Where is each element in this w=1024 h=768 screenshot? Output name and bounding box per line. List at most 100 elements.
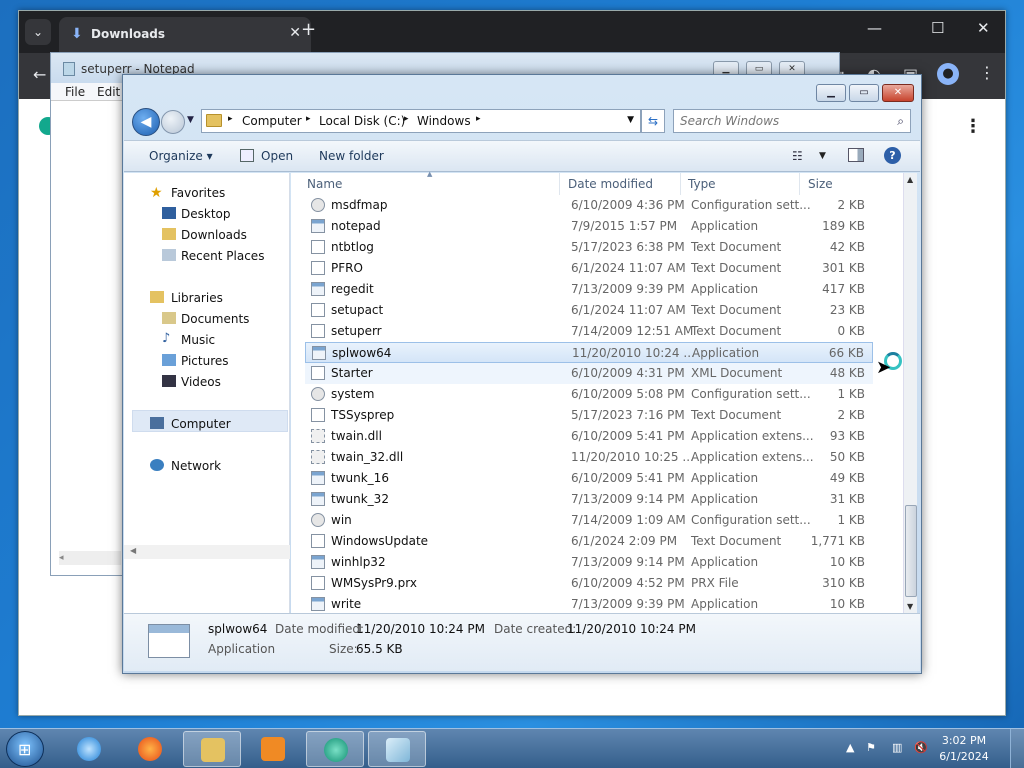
- action-center-flag-icon[interactable]: ⚑: [866, 741, 876, 754]
- file-row[interactable]: regedit 7/13/2009 9:39 PM Application 417 K…: [291, 279, 873, 300]
- chrome-maximize-button[interactable]: ☐: [931, 19, 944, 37]
- taskbar-media-player[interactable]: [244, 731, 302, 767]
- column-divider[interactable]: [559, 173, 560, 195]
- view-options-icon[interactable]: ☷: [792, 149, 803, 163]
- new-folder-button[interactable]: New folder: [319, 149, 384, 163]
- nav-downloads[interactable]: Downloads: [181, 228, 247, 242]
- file-row[interactable]: setuperr 7/14/2009 12:51 AM Text Document 0…: [291, 321, 873, 342]
- file-row[interactable]: notepad 7/9/2015 1:57 PM Application 189 KB: [291, 216, 873, 237]
- breadcrumb-arrow-icon[interactable]: ▸: [228, 114, 233, 124]
- taskbar-chrome-app[interactable]: [306, 731, 364, 767]
- file-row[interactable]: system 6/10/2009 5:08 PM Configuration set…: [291, 384, 873, 405]
- taskbar-notepad[interactable]: [368, 731, 426, 767]
- file-row[interactable]: WMSysPr9.prx 6/10/2009 4:52 PM PRX File 310…: [291, 573, 873, 594]
- chrome-minimize-button[interactable]: —: [867, 19, 882, 37]
- organize-button[interactable]: Organize ▾: [149, 149, 213, 163]
- breadcrumb-arrow-icon[interactable]: ▸: [306, 114, 311, 124]
- search-input[interactable]: [680, 111, 880, 131]
- preview-pane-icon[interactable]: [848, 148, 864, 162]
- explorer-maximize-button[interactable]: ▭: [849, 84, 879, 102]
- file-row[interactable]: msdfmap 6/10/2009 4:36 PM Configuration se…: [291, 195, 873, 216]
- explorer-close-button[interactable]: ✕: [882, 84, 914, 102]
- file-row[interactable]: winhlp32 7/13/2009 9:14 PM Application 10 K…: [291, 552, 873, 573]
- mouse-pointer-icon: ➤: [876, 357, 892, 378]
- network-tray-icon[interactable]: ▥: [892, 741, 902, 754]
- column-type[interactable]: Type: [688, 177, 716, 191]
- nav-computer[interactable]: Computer: [171, 417, 231, 431]
- file-row[interactable]: win 7/14/2009 1:09 AM Configuration sett..…: [291, 510, 873, 531]
- menu-file[interactable]: File: [65, 85, 85, 99]
- clock[interactable]: 3:02 PM 6/1/2024: [934, 733, 994, 765]
- notepad-hscroll[interactable]: ◂: [59, 551, 121, 565]
- taskbar-firefox[interactable]: [121, 731, 179, 767]
- nav-music[interactable]: Music: [181, 333, 215, 347]
- column-divider[interactable]: [799, 173, 800, 195]
- column-size[interactable]: Size: [808, 177, 833, 191]
- tray-expand-icon[interactable]: ▲: [846, 741, 854, 754]
- file-list-vscroll[interactable]: ▲ ▼: [903, 173, 917, 613]
- taskbar-internet-explorer[interactable]: [60, 731, 118, 767]
- view-dropdown-icon[interactable]: ▼: [819, 151, 826, 161]
- chrome-close-button[interactable]: ✕: [977, 19, 990, 37]
- file-row[interactable]: twain.dll 6/10/2009 5:41 PM Application ex…: [291, 426, 873, 447]
- more-menu-icon[interactable]: ⋮: [979, 63, 995, 82]
- recent-pages-icon[interactable]: ▼: [187, 115, 194, 125]
- nav-recent-places[interactable]: Recent Places: [181, 249, 264, 263]
- back-arrow-icon[interactable]: ←: [33, 65, 46, 84]
- taskbar-windows-explorer[interactable]: [183, 731, 241, 767]
- file-row[interactable]: twunk_32 7/13/2009 9:14 PM Application 31 K…: [291, 489, 873, 510]
- scrollbar-thumb[interactable]: [905, 505, 917, 597]
- tab-close-icon[interactable]: ✕: [289, 25, 301, 41]
- profile-icon[interactable]: ●: [937, 63, 959, 85]
- column-date-modified[interactable]: Date modified: [568, 177, 653, 191]
- volume-muted-icon[interactable]: 🔇: [914, 741, 928, 754]
- refresh-icon[interactable]: ⇆: [641, 109, 665, 133]
- file-row[interactable]: WindowsUpdate 6/1/2024 2:09 PM Text Docume…: [291, 531, 873, 552]
- column-divider[interactable]: [680, 173, 681, 195]
- forward-button[interactable]: [161, 110, 185, 134]
- file-row[interactable]: setupact 6/1/2024 11:07 AM Text Document 23…: [291, 300, 873, 321]
- file-row[interactable]: twain_32.dll 11/20/2010 10:25 ... Applicat…: [291, 447, 873, 468]
- nav-network[interactable]: Network: [171, 459, 221, 473]
- nav-pictures[interactable]: Pictures: [181, 354, 229, 368]
- breadcrumb-computer[interactable]: Computer: [242, 114, 302, 128]
- nav-libraries[interactable]: Libraries: [171, 291, 223, 305]
- nav-favorites[interactable]: Favorites: [171, 186, 225, 200]
- nav-videos[interactable]: Videos: [181, 375, 221, 389]
- back-button[interactable]: ◀: [132, 108, 160, 136]
- scroll-down-icon[interactable]: ▼: [907, 602, 913, 611]
- column-name[interactable]: Name: [307, 177, 342, 191]
- page-more-icon[interactable]: ⋮: [964, 116, 982, 137]
- file-row[interactable]: ntbtlog 5/17/2023 6:38 PM Text Document 42 …: [291, 237, 873, 258]
- menu-edit[interactable]: Edit: [97, 85, 120, 99]
- breadcrumb-local-disk[interactable]: Local Disk (C:): [319, 114, 405, 128]
- address-bar[interactable]: ▸ Computer ▸ Local Disk (C:) ▸ Windows ▸…: [201, 109, 641, 133]
- navpane-hscroll[interactable]: ◀: [124, 545, 290, 559]
- file-row[interactable]: twunk_16 6/10/2009 5:41 PM Application 49 K…: [291, 468, 873, 489]
- help-icon[interactable]: ?: [884, 147, 901, 164]
- address-dropdown-icon[interactable]: ▼: [627, 115, 634, 125]
- explorer-minimize-button[interactable]: ▁: [816, 84, 846, 102]
- show-desktop-button[interactable]: [1010, 729, 1024, 768]
- file-row[interactable]: write 7/13/2009 9:39 PM Application 10 KB: [291, 594, 873, 615]
- start-button[interactable]: ⊞: [6, 731, 44, 767]
- scroll-left-icon[interactable]: ◀: [130, 546, 136, 555]
- breadcrumb-windows[interactable]: Windows: [417, 114, 471, 128]
- nav-documents[interactable]: Documents: [181, 312, 249, 326]
- tab-search-dropdown[interactable]: ⌄: [25, 19, 51, 45]
- scroll-left-icon[interactable]: ◂: [59, 553, 64, 563]
- scroll-up-icon[interactable]: ▲: [907, 175, 913, 184]
- breadcrumb-arrow-icon[interactable]: ▸: [404, 114, 409, 124]
- search-icon[interactable]: ⌕: [897, 114, 904, 129]
- file-row[interactable]: splwow64 11/20/2010 10:24 ... Application 6…: [305, 342, 873, 363]
- nav-desktop[interactable]: Desktop: [181, 207, 231, 221]
- breadcrumb-arrow-icon[interactable]: ▸: [476, 114, 481, 124]
- file-date: 6/10/2009 4:52 PM: [571, 576, 685, 590]
- file-row[interactable]: Starter 6/10/2009 4:31 PM XML Document 48 K…: [305, 363, 873, 384]
- search-box[interactable]: ⌕: [673, 109, 911, 133]
- new-tab-button[interactable]: +: [301, 19, 316, 40]
- tab-downloads[interactable]: ⬇ Downloads ✕: [59, 17, 311, 53]
- file-row[interactable]: TSSysprep 5/17/2023 7:16 PM Text Document 2…: [291, 405, 873, 426]
- open-button[interactable]: Open: [261, 149, 293, 163]
- file-row[interactable]: PFRO 6/1/2024 11:07 AM Text Document 301 KB: [291, 258, 873, 279]
